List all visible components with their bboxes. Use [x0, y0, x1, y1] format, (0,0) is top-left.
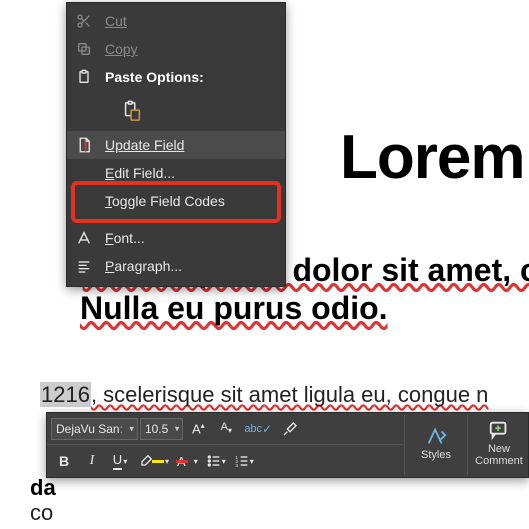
blank-icon — [73, 190, 95, 212]
underline-button[interactable]: U▾ — [107, 448, 133, 474]
comment-icon — [488, 419, 510, 441]
menu-paste-keep-source[interactable] — [67, 91, 285, 131]
chevron-down-icon: ▾ — [129, 423, 134, 434]
field-value[interactable]: 1216 — [40, 382, 91, 407]
doc-body-line: 1216, scelerisque sit amet ligula eu, co… — [40, 382, 488, 408]
format-painter-button[interactable] — [277, 416, 303, 442]
doc-title: Lorem — [340, 122, 524, 193]
chevron-down-icon: ▾ — [175, 423, 180, 434]
svg-text:3: 3 — [235, 463, 238, 468]
menu-edit-field-label: Edit Field... — [105, 165, 275, 181]
menu-paragraph[interactable]: Paragraph... — [67, 252, 285, 280]
numbering-icon: 123 — [234, 453, 250, 469]
italic-button[interactable]: I — [79, 448, 105, 474]
font-icon — [73, 227, 95, 249]
menu-font[interactable]: Font... — [67, 224, 285, 252]
doc-body-line2: da — [30, 475, 56, 501]
menu-paragraph-label: Paragraph... — [105, 258, 275, 274]
menu-paste-options-label: Paste Options: — [105, 69, 275, 85]
highlight-button[interactable]: ▾ — [135, 448, 172, 474]
shrink-font-button[interactable]: A▾ — [213, 416, 239, 442]
toolbar-separator — [467, 415, 468, 475]
bullets-icon — [206, 453, 222, 469]
styles-label: Styles — [421, 449, 451, 461]
blank-icon — [73, 162, 95, 184]
menu-update-field[interactable]: Update Field — [67, 131, 285, 159]
menu-toggle-field-codes[interactable]: Toggle Field Codes — [67, 187, 285, 215]
styles-icon — [425, 425, 447, 447]
menu-update-field-label: Update Field — [105, 137, 275, 153]
menu-toggle-field-codes-label: Toggle Field Codes — [105, 193, 275, 209]
menu-cut: Cut — [67, 7, 285, 35]
toolbar-separator — [404, 415, 405, 475]
menu-font-label: Font... — [105, 230, 275, 246]
copy-icon — [73, 38, 95, 60]
grow-font-button[interactable]: A▴ — [185, 416, 211, 442]
font-color-button[interactable]: A▾ — [174, 448, 201, 474]
spellcheck-button[interactable]: abc✓ — [241, 416, 275, 442]
new-comment-button[interactable]: New Comment — [470, 413, 528, 473]
doc-subtitle-line2: Nulla eu purus odio. — [80, 290, 388, 327]
menu-copy-label: Copy — [105, 41, 275, 57]
font-size-combo[interactable]: 10.5 ▾ — [140, 418, 183, 440]
context-menu: Cut Copy Paste Options: Update Field Edi… — [66, 2, 286, 287]
styles-button[interactable]: Styles — [407, 413, 465, 473]
mini-toolbar: DejaVu San: ▾ 10.5 ▾ A▴ A▾ abc✓ — [46, 412, 529, 478]
scissors-icon — [73, 10, 95, 32]
menu-copy: Copy — [67, 35, 285, 63]
menu-cut-label: Cut — [105, 13, 275, 29]
clipboard-paste-icon — [121, 100, 143, 122]
mini-toolbar-row1: DejaVu San: ▾ 10.5 ▾ A▴ A▾ abc✓ — [47, 413, 402, 445]
doc-body-line3: co — [30, 500, 53, 526]
font-name-combo[interactable]: DejaVu San: ▾ — [51, 418, 138, 440]
paragraph-icon — [73, 255, 95, 277]
numbering-button[interactable]: 123 ▾ — [231, 448, 257, 474]
clipboard-icon — [73, 66, 95, 88]
menu-paste-options: Paste Options: — [67, 63, 285, 91]
bold-button[interactable]: B — [51, 448, 77, 474]
update-field-icon — [73, 134, 95, 156]
mini-toolbar-row2: B I U▾ ▾ A▾ ▾ 123 — [47, 445, 402, 477]
paintbrush-icon — [282, 421, 298, 437]
bullets-button[interactable]: ▾ — [203, 448, 229, 474]
menu-edit-field[interactable]: Edit Field... — [67, 159, 285, 187]
new-comment-label: New Comment — [470, 443, 528, 467]
menu-separator — [73, 219, 279, 220]
